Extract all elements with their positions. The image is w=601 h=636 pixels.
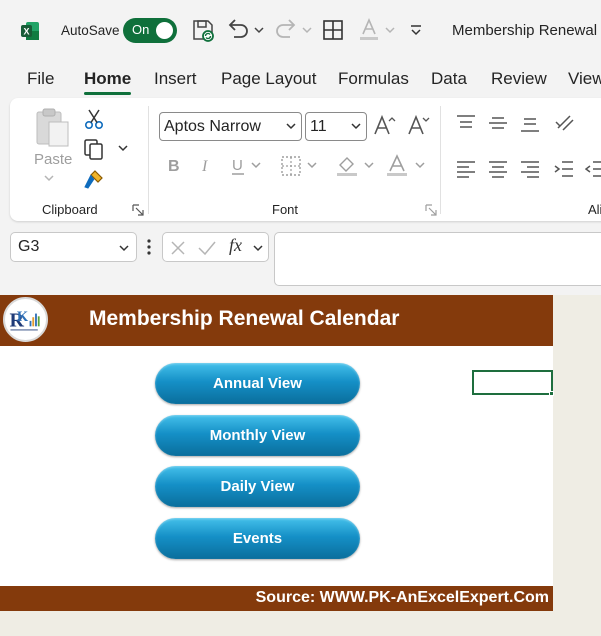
copy-icon[interactable] — [83, 138, 105, 160]
bold-icon[interactable]: B — [166, 156, 182, 174]
insert-function-icon[interactable]: fx — [229, 235, 242, 256]
redo-dropdown-icon[interactable] — [301, 17, 313, 43]
font-color-ribbon-icon[interactable] — [386, 154, 408, 178]
daily-view-button[interactable]: Daily View — [155, 466, 360, 507]
bottom-align-icon[interactable] — [520, 114, 540, 134]
events-button[interactable]: Events — [155, 518, 360, 559]
align-right-icon[interactable] — [520, 160, 540, 178]
clipboard-group-label: Clipboard — [42, 202, 98, 217]
font-name-select[interactable]: Aptos Narrow — [159, 112, 302, 141]
title-banner: R K Membership Renewal Calendar — [0, 295, 553, 346]
increase-indent-icon[interactable] — [554, 160, 574, 178]
increase-font-size-icon[interactable] — [372, 114, 396, 138]
svg-text:I: I — [201, 158, 208, 174]
top-align-icon[interactable] — [456, 114, 476, 132]
paste-dropdown-icon[interactable] — [43, 173, 55, 183]
undo-dropdown-icon[interactable] — [253, 17, 265, 43]
autosave-state: On — [132, 22, 150, 37]
font-size-value: 11 — [310, 118, 327, 135]
cell-borders-icon[interactable] — [280, 155, 302, 177]
format-painter-icon[interactable] — [83, 168, 105, 190]
name-box-value: G3 — [18, 238, 40, 255]
font-size-select[interactable]: 11 — [305, 112, 367, 141]
cancel-icon[interactable] — [169, 239, 187, 257]
document-title: Membership Renewal C — [452, 22, 601, 39]
separator — [440, 106, 441, 214]
fill-color-dropdown-icon[interactable] — [363, 160, 375, 170]
tab-file[interactable]: File — [27, 69, 54, 89]
customize-toolbar-icon[interactable] — [409, 17, 423, 43]
tab-view[interactable]: View — [568, 69, 601, 89]
tab-formulas[interactable]: Formulas — [338, 69, 409, 89]
enter-check-icon[interactable] — [197, 239, 217, 257]
chevron-down-icon — [351, 123, 361, 130]
toggle-knob — [156, 22, 173, 39]
tab-page-layout[interactable]: Page Layout — [221, 69, 316, 89]
borders-icon[interactable] — [321, 17, 345, 43]
font-color-ribbon-dropdown-icon[interactable] — [414, 160, 426, 170]
save-icon[interactable] — [191, 17, 215, 43]
undo-icon[interactable] — [226, 17, 250, 43]
decrease-indent-icon[interactable] — [585, 160, 601, 178]
paste-label: Paste — [34, 151, 73, 168]
ribbon-home: Paste Clipboard Aptos Narrow 11 B I U Fo… — [10, 98, 601, 221]
chevron-down-icon — [119, 245, 129, 252]
title-bar: X AutoSave On Membership Renewal C — [0, 0, 601, 62]
copy-dropdown-icon[interactable] — [117, 143, 129, 153]
svg-text:B: B — [168, 158, 180, 174]
svg-text:X: X — [23, 27, 29, 37]
paste-icon[interactable] — [32, 106, 72, 148]
italic-icon[interactable]: I — [199, 156, 215, 174]
cut-icon[interactable] — [84, 108, 104, 130]
chevron-down-icon[interactable] — [252, 242, 264, 254]
ribbon-tabs: File Home Insert Page Layout Formulas Da… — [0, 62, 601, 98]
redo-icon[interactable] — [274, 17, 298, 43]
underline-dropdown-icon[interactable] — [250, 160, 262, 170]
autosave-toggle[interactable]: On — [123, 18, 177, 43]
dashboard-title: Membership Renewal Calendar — [89, 307, 400, 330]
tab-insert[interactable]: Insert — [154, 69, 197, 89]
name-box[interactable]: G3 — [10, 232, 137, 262]
orientation-icon[interactable] — [554, 112, 578, 134]
worksheet[interactable]: R K Membership Renewal Calendar Annual V… — [0, 295, 554, 611]
align-center-icon[interactable] — [488, 160, 508, 178]
chevron-down-icon — [286, 123, 296, 130]
tab-review[interactable]: Review — [491, 69, 547, 89]
font-color-icon[interactable] — [357, 17, 381, 43]
fill-handle[interactable] — [549, 391, 554, 396]
font-name-value: Aptos Narrow — [164, 118, 261, 135]
font-group-label: Font — [272, 202, 299, 217]
autosave-label: AutoSave — [61, 23, 120, 38]
svg-text:U: U — [232, 157, 243, 174]
formula-actions: fx — [162, 232, 269, 262]
active-tab-indicator — [84, 92, 131, 95]
pk-logo-icon: R K — [3, 297, 48, 342]
annual-view-button[interactable]: Annual View — [155, 363, 360, 404]
formula-input[interactable] — [274, 232, 601, 286]
middle-align-icon[interactable] — [488, 114, 508, 132]
source-text: Source: WWW.PK-AnExcelExpert.Com — [255, 589, 549, 606]
tab-data[interactable]: Data — [431, 69, 467, 89]
separator — [148, 106, 149, 214]
svg-text:K: K — [17, 309, 29, 325]
borders-dropdown-icon[interactable] — [306, 160, 318, 170]
more-options-icon[interactable] — [145, 238, 153, 256]
excel-logo-icon[interactable]: X — [20, 21, 40, 41]
active-cell-g3[interactable] — [472, 370, 554, 396]
align-left-icon[interactable] — [456, 160, 476, 178]
underline-icon[interactable]: U — [230, 156, 246, 176]
fill-color-icon[interactable] — [335, 154, 359, 178]
alignment-group-label: Ali — [588, 202, 601, 217]
clipboard-launcher-icon[interactable] — [132, 204, 144, 216]
monthly-view-button[interactable]: Monthly View — [155, 415, 360, 456]
decrease-font-size-icon[interactable] — [406, 114, 430, 138]
font-color-dropdown-icon[interactable] — [384, 17, 396, 43]
font-launcher-icon[interactable] — [425, 204, 437, 216]
tab-home[interactable]: Home — [84, 69, 131, 89]
source-footer: Source: WWW.PK-AnExcelExpert.Com — [0, 586, 553, 611]
